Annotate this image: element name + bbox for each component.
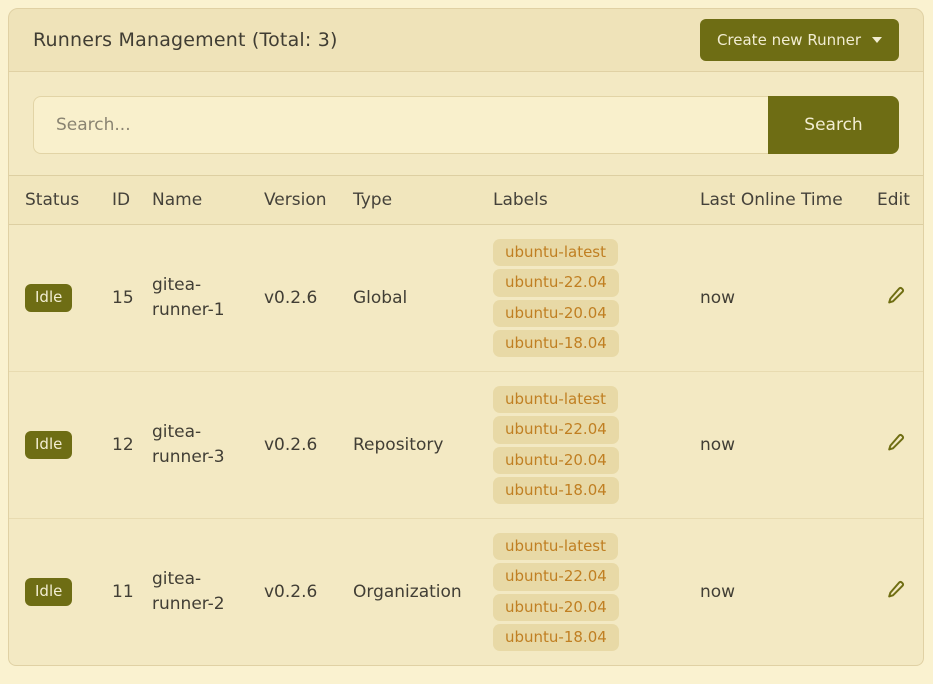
column-header-labels: Labels — [485, 176, 692, 225]
runner-label: ubuntu-18.04 — [493, 477, 619, 504]
labels-list: ubuntu-latest ubuntu-22.04 ubuntu-20.04 ubu… — [493, 239, 684, 357]
column-header-type: Type — [345, 176, 485, 225]
runners-management-panel: Runners Management (Total: 3) Create new… — [8, 8, 924, 666]
runners-table: Status ID Name Version Type Labels Last … — [9, 175, 923, 665]
table-row: Idle 12 gitea-runner-3 v0.2.6 Repository… — [9, 372, 923, 519]
runner-label: ubuntu-18.04 — [493, 624, 619, 651]
column-header-status: Status — [9, 176, 104, 225]
last-online-time: now — [692, 225, 869, 372]
status-badge: Idle — [25, 578, 72, 606]
runner-label: ubuntu-latest — [493, 386, 618, 413]
runner-name: gitea-runner-3 — [144, 372, 256, 519]
runner-label: ubuntu-20.04 — [493, 594, 619, 621]
labels-list: ubuntu-latest ubuntu-22.04 ubuntu-20.04 ubu… — [493, 386, 684, 504]
runner-type: Organization — [345, 519, 485, 666]
search-input[interactable] — [33, 96, 768, 154]
runner-id: 11 — [104, 519, 144, 666]
edit-runner-button[interactable] — [877, 432, 906, 453]
panel-body: Search Status ID Name Version Type Label… — [8, 72, 924, 666]
table-header-row: Status ID Name Version Type Labels Last … — [9, 176, 923, 225]
runner-id: 12 — [104, 372, 144, 519]
runner-name: gitea-runner-2 — [144, 519, 256, 666]
panel-header: Runners Management (Total: 3) Create new… — [8, 8, 924, 72]
column-header-name: Name — [144, 176, 256, 225]
search-button[interactable]: Search — [768, 96, 899, 154]
column-header-id: ID — [104, 176, 144, 225]
last-online-time: now — [692, 372, 869, 519]
labels-list: ubuntu-latest ubuntu-22.04 ubuntu-20.04 ubu… — [493, 533, 684, 651]
last-online-time: now — [692, 519, 869, 666]
search-bar: Search — [33, 96, 899, 154]
pencil-icon — [885, 579, 906, 600]
column-header-edit: Edit — [869, 176, 923, 225]
runner-id: 15 — [104, 225, 144, 372]
runner-label: ubuntu-latest — [493, 239, 618, 266]
runner-version: v0.2.6 — [256, 372, 345, 519]
status-badge: Idle — [25, 431, 72, 459]
create-new-runner-button[interactable]: Create new Runner — [700, 19, 899, 61]
edit-runner-button[interactable] — [877, 285, 906, 306]
page-title: Runners Management (Total: 3) — [33, 29, 338, 51]
column-header-version: Version — [256, 176, 345, 225]
runner-label: ubuntu-22.04 — [493, 563, 619, 590]
runner-label: ubuntu-20.04 — [493, 447, 619, 474]
runner-label: ubuntu-22.04 — [493, 269, 619, 296]
runner-name: gitea-runner-1 — [144, 225, 256, 372]
runner-version: v0.2.6 — [256, 225, 345, 372]
table-row: Idle 11 gitea-runner-2 v0.2.6 Organizati… — [9, 519, 923, 666]
pencil-icon — [885, 432, 906, 453]
runner-label: ubuntu-22.04 — [493, 416, 619, 443]
chevron-down-icon — [872, 37, 882, 43]
runner-label: ubuntu-20.04 — [493, 300, 619, 327]
edit-runner-button[interactable] — [877, 579, 906, 600]
runner-label: ubuntu-latest — [493, 533, 618, 560]
create-new-runner-label: Create new Runner — [717, 31, 861, 49]
runner-type: Repository — [345, 372, 485, 519]
runner-version: v0.2.6 — [256, 519, 345, 666]
table-row: Idle 15 gitea-runner-1 v0.2.6 Global ubu… — [9, 225, 923, 372]
column-header-last-online-time: Last Online Time — [692, 176, 869, 225]
runner-label: ubuntu-18.04 — [493, 330, 619, 357]
pencil-icon — [885, 285, 906, 306]
status-badge: Idle — [25, 284, 72, 312]
runner-type: Global — [345, 225, 485, 372]
